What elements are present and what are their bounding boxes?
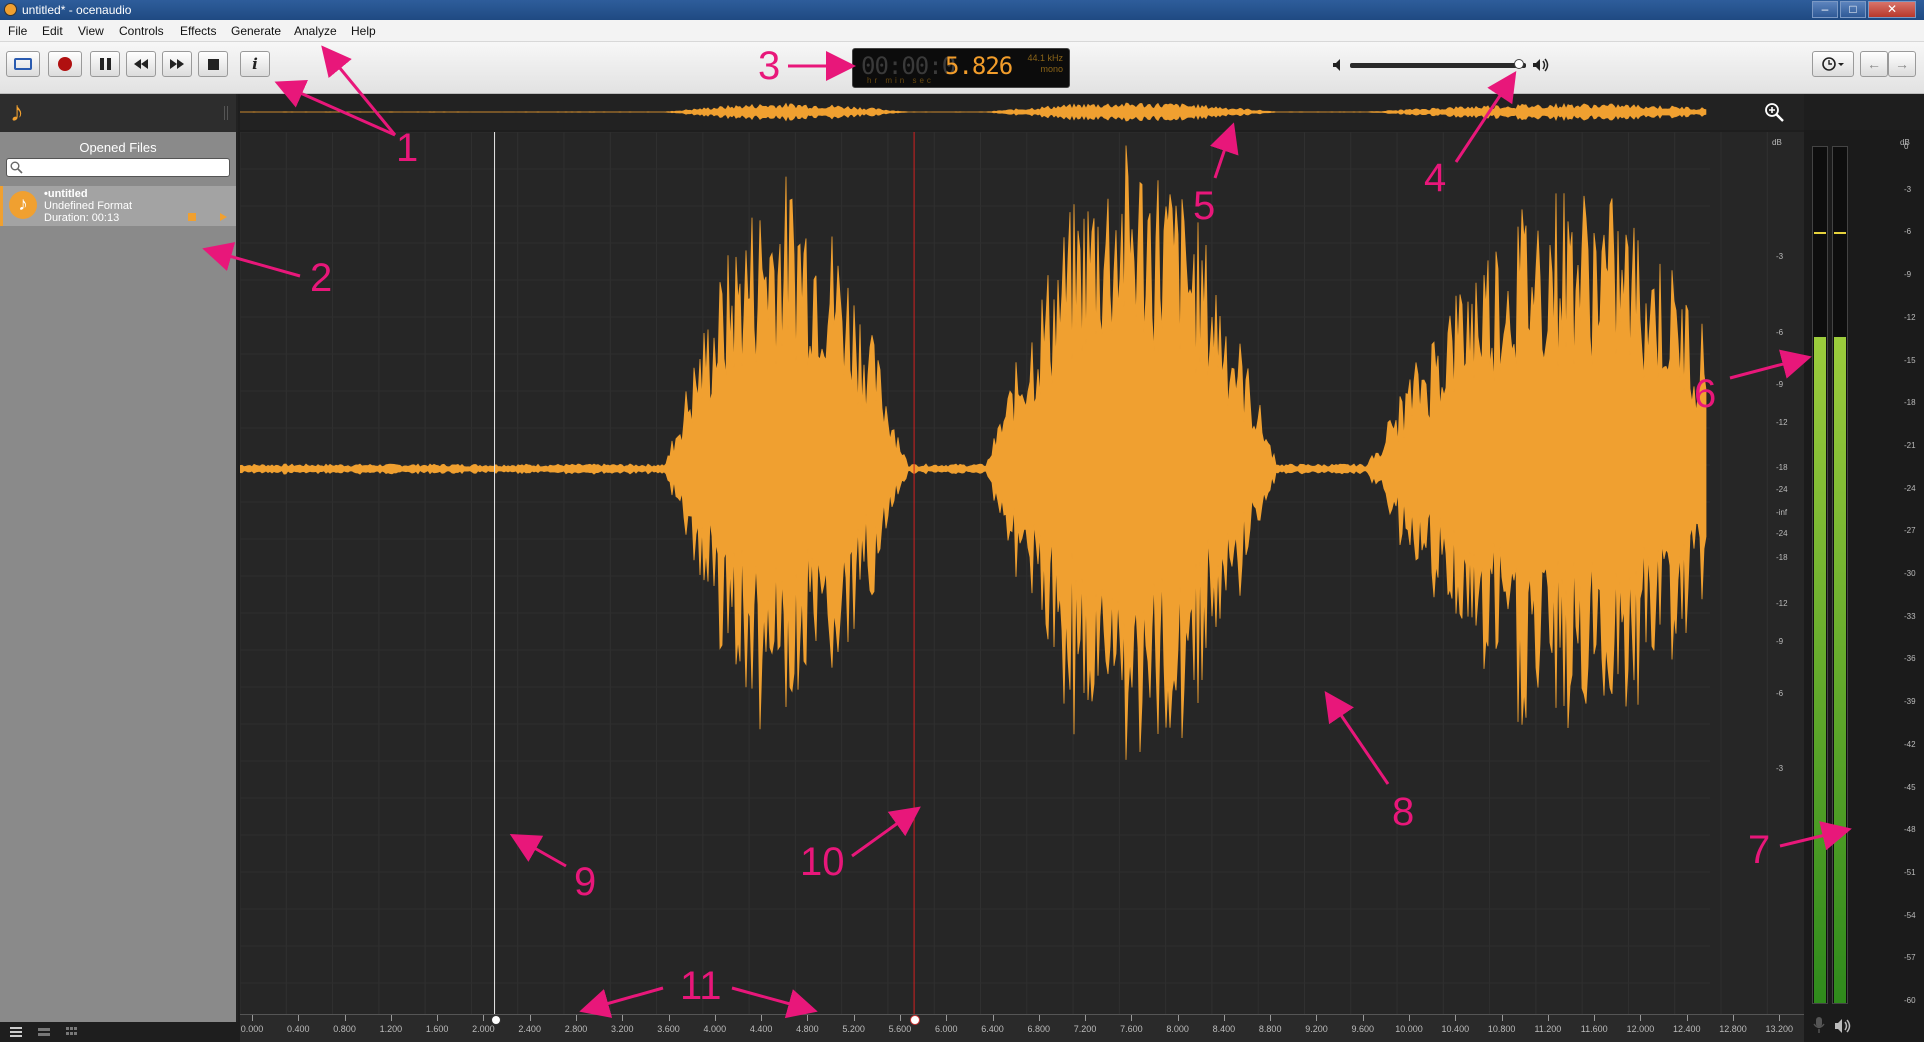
annotation-6: 6	[1694, 372, 1717, 416]
annotation-5: 5	[1193, 184, 1216, 228]
annotation-2: 2	[310, 256, 333, 300]
annotation-arrow-2	[202, 242, 301, 278]
annotation-8: 8	[1392, 790, 1415, 834]
annotation-9: 9	[574, 860, 597, 904]
annotation-arrow-5	[1210, 122, 1239, 179]
annotation-7: 7	[1748, 828, 1771, 872]
app-window: untitled* - ocenaudio – □ ✕ File Edit Vi…	[0, 0, 1924, 1042]
annotation-1: 1	[396, 126, 419, 170]
annotation-11: 11	[680, 964, 722, 1008]
annotation-arrow-11a	[579, 986, 664, 1018]
annotation-arrow-6	[1729, 349, 1812, 380]
annotation-arrow-11b	[731, 986, 818, 1019]
annotation-3: 3	[758, 44, 781, 88]
annotation-arrow-10	[851, 806, 921, 858]
annotation-10: 10	[800, 840, 845, 884]
annotation-4: 4	[1424, 156, 1447, 200]
annotation-arrow-7	[1779, 821, 1852, 851]
annotation-arrows	[202, 45, 1852, 1019]
annotation-arrow-4	[1454, 70, 1517, 163]
annotation-arrow-1a	[274, 80, 396, 137]
annotation-arrow-8	[1324, 691, 1390, 785]
annotation-arrow-1b	[321, 45, 397, 136]
annotation-arrow-9	[509, 834, 567, 868]
